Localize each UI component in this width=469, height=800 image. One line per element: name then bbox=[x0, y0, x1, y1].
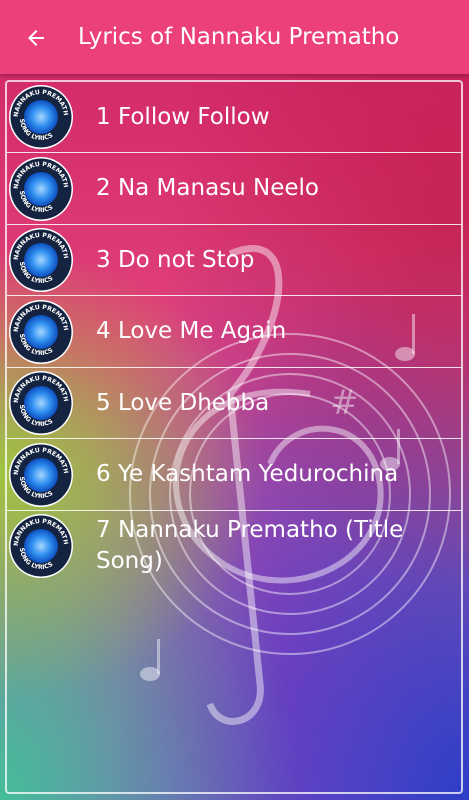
disc-logo-icon: NANNAKU PREMATHO SONG LYRICS bbox=[8, 442, 73, 507]
song-list-item[interactable]: NANNAKU PREMATHO SONG LYRICS 1 Follow Fo… bbox=[7, 82, 462, 153]
disc-logo-icon: NANNAKU PREMATHO SONG LYRICS bbox=[8, 513, 73, 578]
disc-logo-icon: NANNAKU PREMATHO SONG LYRICS bbox=[8, 156, 73, 221]
disc-logo-icon: NANNAKU PREMATHO SONG LYRICS bbox=[8, 227, 73, 292]
song-title: 3 Do not Stop bbox=[96, 246, 255, 273]
song-title: 5 Love Dhebba bbox=[96, 389, 270, 416]
disc-logo-icon: NANNAKU PREMATHO SONG LYRICS bbox=[8, 84, 73, 149]
song-list-item[interactable]: NANNAKU PREMATHO SONG LYRICS 5 Love Dheb… bbox=[7, 368, 462, 439]
back-button[interactable] bbox=[14, 16, 58, 60]
song-list-item[interactable]: NANNAKU PREMATHO SONG LYRICS 3 Do not St… bbox=[7, 225, 462, 296]
disc-logo-icon: NANNAKU PREMATHO SONG LYRICS bbox=[8, 299, 73, 364]
disc-logo-icon: NANNAKU PREMATHO SONG LYRICS bbox=[8, 370, 73, 435]
song-title: 7 Nannaku Prematho (Title Song) bbox=[96, 517, 404, 574]
arrow-back-icon bbox=[28, 30, 44, 46]
song-list-item[interactable]: NANNAKU PREMATHO SONG LYRICS 2 Na Manasu… bbox=[7, 154, 462, 225]
song-list-item[interactable]: NANNAKU PREMATHO SONG LYRICS 7 Nannaku P… bbox=[7, 511, 462, 581]
song-list-item[interactable]: NANNAKU PREMATHO SONG LYRICS 6 Ye Kashta… bbox=[7, 440, 462, 511]
song-title: 6 Ye Kashtam Yedurochina bbox=[96, 461, 399, 487]
song-title: 2 Na Manasu Neelo bbox=[96, 175, 320, 201]
page-title: Lyrics of Nannaku Prematho bbox=[78, 24, 400, 50]
song-list-item[interactable]: NANNAKU PREMATHO SONG LYRICS 4 Love Me A… bbox=[7, 297, 462, 368]
song-title: 1 Follow Follow bbox=[96, 103, 270, 130]
app-bar: Lyrics of Nannaku Prematho bbox=[0, 0, 469, 74]
song-title: 4 Love Me Again bbox=[96, 318, 287, 344]
